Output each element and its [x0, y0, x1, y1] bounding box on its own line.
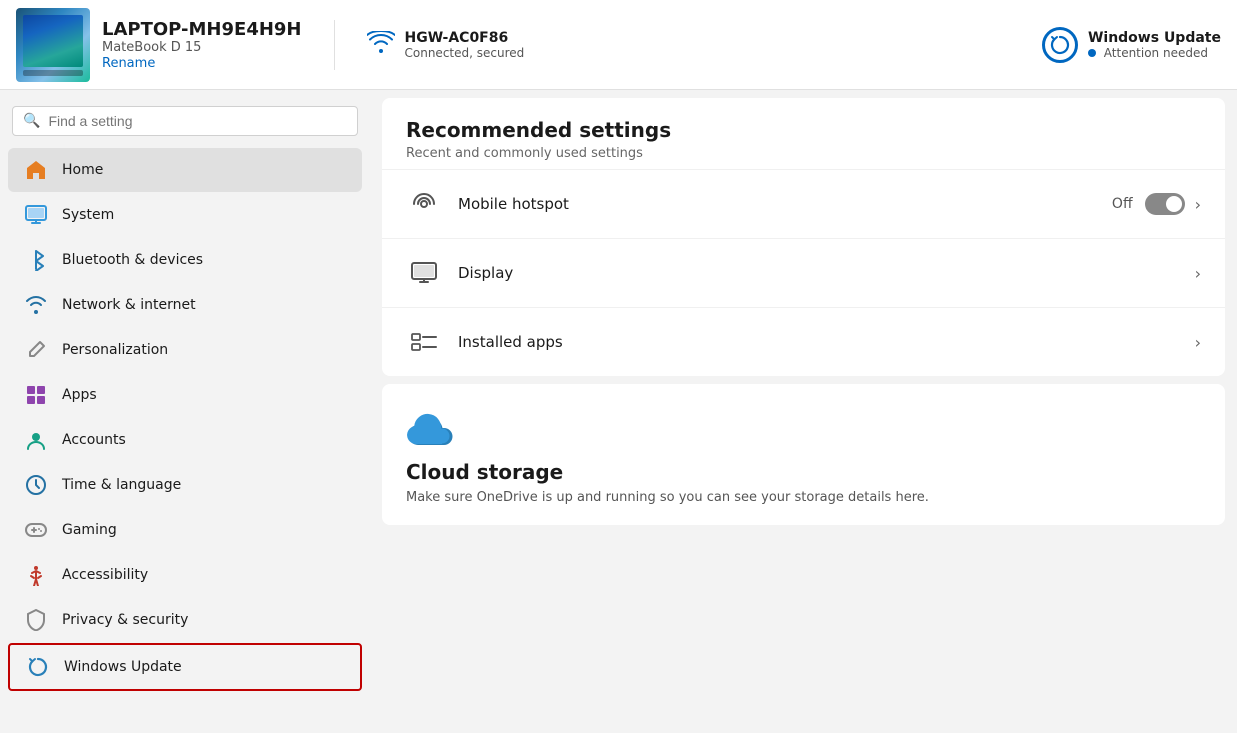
bluetooth-icon — [24, 248, 48, 272]
search-input[interactable] — [48, 113, 347, 129]
device-model: MateBook D 15 — [102, 40, 302, 55]
installed-apps-label: Installed apps — [458, 333, 1195, 351]
sidebar-item-accessibility[interactable]: Accessibility — [8, 553, 362, 597]
sidebar-item-personalization[interactable]: Personalization — [8, 328, 362, 372]
sidebar-item-label-accessibility: Accessibility — [62, 567, 148, 583]
search-icon: 🔍 — [23, 113, 40, 129]
sidebar-item-label-privacy: Privacy & security — [62, 612, 188, 628]
update-nav-icon — [26, 655, 50, 679]
apps-icon — [24, 383, 48, 407]
sidebar-item-label-network: Network & internet — [62, 297, 196, 313]
sidebar-item-bluetooth[interactable]: Bluetooth & devices — [8, 238, 362, 282]
privacy-icon — [24, 608, 48, 632]
sidebar-item-home[interactable]: Home — [8, 148, 362, 192]
cloud-storage-card: Cloud storage Make sure OneDrive is up a… — [382, 384, 1225, 525]
setting-row-hotspot[interactable]: Mobile hotspot Off › — [382, 169, 1225, 238]
time-icon — [24, 473, 48, 497]
divider-1 — [334, 20, 335, 70]
sidebar-item-label-apps: Apps — [62, 387, 97, 403]
network-icon — [24, 293, 48, 317]
cloud-description: Make sure OneDrive is up and running so … — [406, 490, 1201, 505]
sidebar-item-label-time: Time & language — [62, 477, 181, 493]
wifi-text: HGW-AC0F86 Connected, secured — [405, 30, 525, 60]
sidebar-item-gaming[interactable]: Gaming — [8, 508, 362, 552]
sidebar-item-label-gaming: Gaming — [62, 522, 117, 538]
update-status: Attention needed — [1088, 46, 1221, 60]
display-label: Display — [458, 264, 1195, 282]
hotspot-chevron: › — [1195, 195, 1201, 214]
cloud-icon — [406, 404, 454, 452]
device-thumbnail — [16, 8, 90, 82]
hotspot-toggle[interactable] — [1145, 193, 1185, 215]
update-text: Windows Update Attention needed — [1088, 30, 1221, 60]
device-info: LAPTOP-MH9E4H9H MateBook D 15 Rename — [16, 8, 302, 82]
cloud-title: Cloud storage — [406, 460, 1201, 484]
update-dot — [1088, 49, 1096, 57]
wifi-name: HGW-AC0F86 — [405, 30, 525, 46]
sidebar-item-label-accounts: Accounts — [62, 432, 126, 448]
setting-row-installed-apps[interactable]: Installed apps › — [382, 307, 1225, 376]
hotspot-label: Mobile hotspot — [458, 195, 1112, 213]
hotspot-value: Off — [1112, 196, 1133, 212]
sidebar: 🔍 Home System — [0, 90, 370, 733]
update-section[interactable]: Windows Update Attention needed — [1042, 27, 1221, 63]
sidebar-item-system[interactable]: System — [8, 193, 362, 237]
device-text: LAPTOP-MH9E4H9H MateBook D 15 Rename — [102, 19, 302, 71]
display-icon — [406, 255, 442, 291]
sidebar-item-label-personalization: Personalization — [62, 342, 168, 358]
setting-row-display[interactable]: Display › — [382, 238, 1225, 307]
wifi-icon — [367, 31, 395, 58]
sidebar-item-time[interactable]: Time & language — [8, 463, 362, 507]
recommended-subtitle: Recent and commonly used settings — [406, 146, 1201, 161]
sidebar-item-network[interactable]: Network & internet — [8, 283, 362, 327]
installed-apps-icon — [406, 324, 442, 360]
recommended-title: Recommended settings — [406, 118, 1201, 142]
accounts-icon — [24, 428, 48, 452]
sidebar-item-update[interactable]: Windows Update — [8, 643, 362, 691]
device-name: LAPTOP-MH9E4H9H — [102, 19, 302, 40]
rename-link[interactable]: Rename — [102, 56, 155, 71]
home-icon — [24, 158, 48, 182]
update-title: Windows Update — [1088, 30, 1221, 46]
wifi-status: Connected, secured — [405, 46, 525, 60]
sidebar-item-privacy[interactable]: Privacy & security — [8, 598, 362, 642]
sidebar-item-label-home: Home — [62, 162, 103, 178]
gaming-icon — [24, 518, 48, 542]
sidebar-item-label-system: System — [62, 207, 114, 223]
search-box[interactable]: 🔍 — [12, 106, 358, 136]
installed-apps-chevron: › — [1195, 333, 1201, 352]
display-chevron: › — [1195, 264, 1201, 283]
sidebar-item-accounts[interactable]: Accounts — [8, 418, 362, 462]
windows-update-icon — [1042, 27, 1078, 63]
recommended-settings-card: Recommended settings Recent and commonly… — [382, 98, 1225, 376]
top-bar: LAPTOP-MH9E4H9H MateBook D 15 Rename HGW… — [0, 0, 1237, 90]
sidebar-item-label-update: Windows Update — [64, 659, 182, 675]
sidebar-item-label-bluetooth: Bluetooth & devices — [62, 252, 203, 268]
sidebar-item-apps[interactable]: Apps — [8, 373, 362, 417]
recommended-header: Recommended settings Recent and commonly… — [382, 98, 1225, 169]
main-layout: 🔍 Home System — [0, 90, 1237, 733]
accessibility-icon — [24, 563, 48, 587]
content-area: Recommended settings Recent and commonly… — [370, 90, 1237, 733]
wifi-section: HGW-AC0F86 Connected, secured — [367, 30, 525, 60]
hotspot-icon — [406, 186, 442, 222]
personalization-icon — [24, 338, 48, 362]
system-icon — [24, 203, 48, 227]
